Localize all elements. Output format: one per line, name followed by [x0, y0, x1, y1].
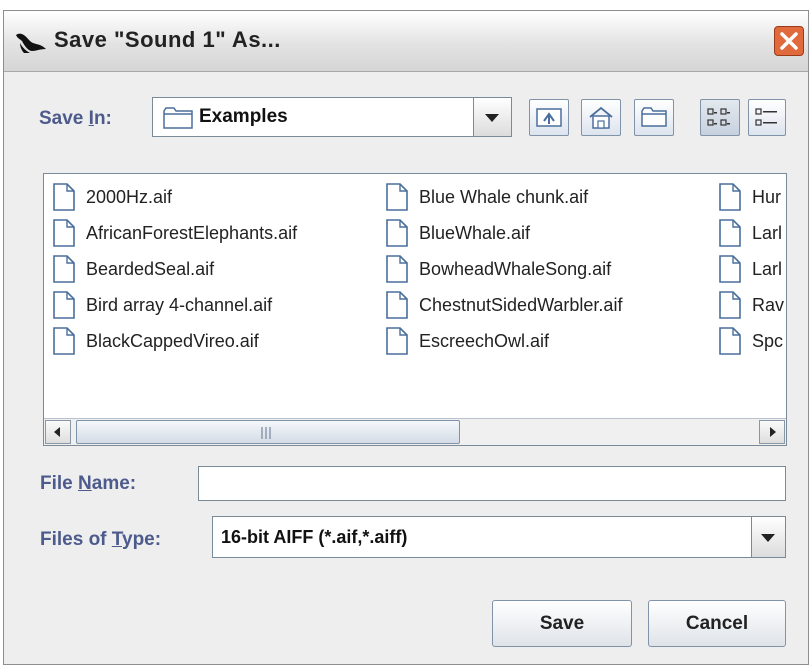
file-name-label-pre: File — [40, 473, 79, 494]
save-in-dropdown-button[interactable] — [473, 98, 511, 136]
horizontal-scrollbar[interactable] — [44, 418, 786, 445]
files-of-type-label: Files of Type: — [40, 529, 161, 551]
file-name-label: File Name: — [40, 473, 136, 495]
scroll-left-button[interactable] — [45, 420, 71, 444]
document-icon — [719, 327, 741, 355]
document-icon — [719, 219, 741, 247]
file-item-label: BeardedSeal.aif — [86, 259, 215, 279]
file-item-label: BlackCappedVireo.aif — [86, 331, 259, 351]
file-name-input[interactable] — [198, 466, 786, 501]
cancel-button[interactable]: Cancel — [648, 600, 786, 647]
document-icon — [53, 291, 75, 319]
close-button[interactable] — [774, 26, 804, 56]
file-item-label: Rav — [752, 295, 785, 315]
document-icon — [53, 183, 75, 211]
details-view-icon — [755, 108, 777, 126]
document-icon — [53, 219, 75, 247]
file-item-label: AfricanForestElephants.aif — [86, 223, 298, 243]
close-icon — [780, 32, 798, 50]
scroll-right-button[interactable] — [759, 420, 785, 444]
folder-up-icon — [536, 108, 562, 127]
file-item-label: Bird array 4-channel.aif — [86, 295, 273, 315]
document-icon — [53, 327, 75, 355]
file-item-label: ChestnutSidedWarbler.aif — [419, 295, 623, 315]
document-icon — [719, 255, 741, 283]
up-one-level-button[interactable] — [529, 99, 569, 136]
file-item-label: BlueWhale.aif — [419, 223, 531, 243]
document-icon — [386, 327, 408, 355]
file-name-mnemonic: N — [78, 473, 92, 494]
save-in-value: Examples — [199, 106, 288, 127]
home-button[interactable] — [581, 99, 621, 136]
files-of-type-value: 16-bit AIFF (*.aif,*.aiff) — [221, 527, 408, 547]
document-icon — [719, 183, 741, 211]
file-item-label: Hur — [752, 187, 782, 207]
files-of-type-dropdown-button[interactable] — [751, 517, 785, 557]
arrow-left-icon — [54, 427, 60, 437]
save-in-label-post: n: — [93, 108, 112, 129]
document-icon — [386, 183, 408, 211]
save-dialog: Save "Sound 1" As... Save In: Examples 2… — [3, 10, 809, 665]
new-folder-icon — [641, 107, 667, 127]
save-button[interactable]: Save — [492, 600, 632, 647]
document-icon — [386, 219, 408, 247]
scroll-thumb[interactable] — [76, 420, 460, 444]
save-in-combo[interactable]: Examples — [152, 97, 512, 137]
files-of-type-combo[interactable]: 16-bit AIFF (*.aif,*.aiff) — [212, 516, 786, 558]
document-icon — [386, 291, 408, 319]
list-view-button[interactable] — [700, 99, 740, 136]
arrow-right-icon — [770, 427, 776, 437]
document-icon — [719, 291, 741, 319]
grip-icon — [261, 427, 271, 439]
save-in-label-pre: Save — [39, 108, 89, 129]
file-item-label: Blue Whale chunk.aif — [419, 187, 589, 207]
file-item-label: Larl — [752, 223, 783, 243]
list-view-icon — [707, 108, 730, 126]
files-of-type-label-post: ype: — [122, 529, 162, 550]
file-item-label: 2000Hz.aif — [86, 187, 173, 207]
new-folder-button[interactable] — [634, 99, 674, 136]
file-item-label: Larl — [752, 259, 783, 279]
file-list[interactable]: 2000Hz.aif AfricanForestElephants.aif Bear… — [43, 173, 787, 446]
file-name-label-post: ame: — [91, 473, 137, 494]
document-icon — [53, 255, 75, 283]
folder-icon — [163, 107, 193, 129]
chevron-down-icon — [485, 114, 499, 122]
file-item-label: EscreechOwl.aif — [419, 331, 550, 351]
title-bar[interactable]: Save "Sound 1" As... — [4, 11, 808, 72]
file-item-label: BowheadWhaleSong.aif — [419, 259, 612, 279]
save-in-label: Save In: — [39, 108, 112, 130]
window-title: Save "Sound 1" As... — [54, 27, 281, 52]
whale-tail-icon — [16, 33, 46, 53]
files-of-type-mnemonic: T — [111, 529, 122, 550]
chevron-down-icon — [761, 534, 775, 542]
details-view-button[interactable] — [748, 99, 786, 136]
files-of-type-label-pre: Files of — [40, 529, 112, 550]
document-icon — [386, 255, 408, 283]
home-icon — [589, 106, 613, 129]
file-item-label: Spc — [752, 331, 784, 351]
